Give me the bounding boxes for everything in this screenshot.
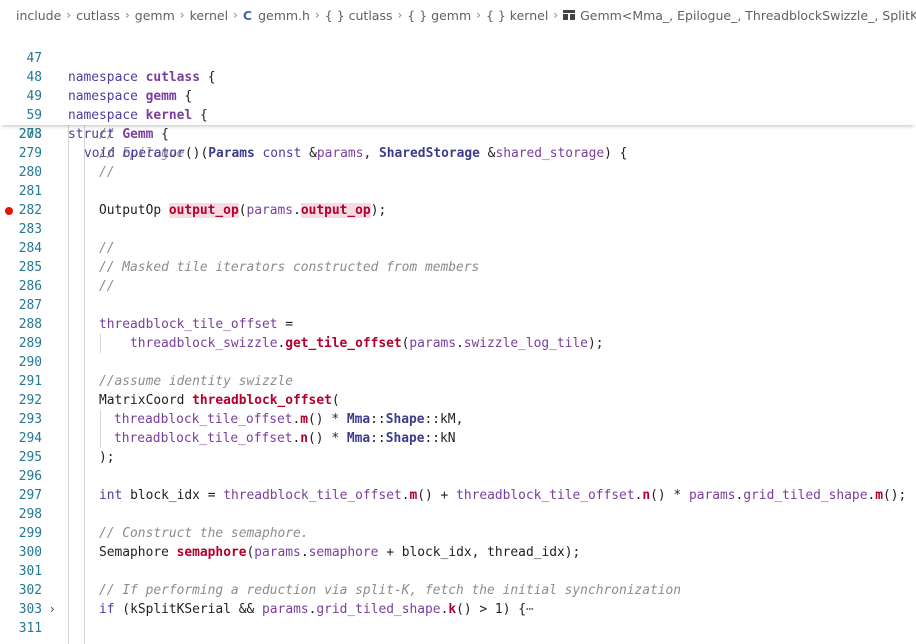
breadcrumb-scope-gemm[interactable]: { } gemm bbox=[407, 8, 471, 23]
code-line[interactable]: 286 // bbox=[0, 277, 916, 296]
line-number: 292 bbox=[18, 393, 42, 408]
line-number: 285 bbox=[18, 260, 42, 275]
chevron-right-icon: › bbox=[476, 8, 481, 22]
code-text: // Masked tile iterators constructed fro… bbox=[99, 260, 480, 275]
code-text: // bbox=[99, 279, 115, 294]
line-number: 296 bbox=[18, 469, 42, 484]
line-number: 297 bbox=[18, 488, 42, 503]
chevron-right-icon: › bbox=[233, 8, 238, 22]
breadcrumb-scope-cutlass[interactable]: { } cutlass bbox=[325, 8, 393, 23]
line-number: 289 bbox=[18, 336, 42, 351]
line-number: 293 bbox=[18, 412, 42, 427]
line-number: 281 bbox=[18, 184, 42, 199]
chevron-right-icon: › bbox=[124, 8, 130, 22]
code-line[interactable]: 282 OutputOp output_op(params.output_op); bbox=[0, 201, 916, 220]
editor-body[interactable]: 278//279// Epilogue 280//281 282 OutputOp o… bbox=[0, 125, 916, 644]
code-line[interactable]: 311 bbox=[0, 619, 916, 638]
line-number: 299 bbox=[18, 526, 42, 541]
line-number: 286 bbox=[18, 279, 42, 294]
line-number: 290 bbox=[18, 355, 42, 370]
code-text: ); bbox=[99, 450, 115, 465]
code-line[interactable]: 281 bbox=[0, 182, 916, 201]
fold-chevron-icon[interactable]: › bbox=[50, 600, 55, 619]
code-line[interactable]: 289 threadblock_swizzle.get_tile_offset(p… bbox=[0, 334, 916, 353]
chevron-right-icon: › bbox=[66, 8, 72, 22]
code-text: if (kSplitKSerial && params.grid_tiled_s… bbox=[99, 602, 534, 617]
breadcrumb-item-gemm[interactable]: gemm bbox=[135, 8, 175, 23]
code-line[interactable]: 302 // If performing a reduction via spli… bbox=[0, 581, 916, 600]
code-line[interactable]: 297 int block_idx = threadblock_tile_offs… bbox=[0, 486, 916, 505]
line-number: 283 bbox=[18, 222, 42, 237]
code-text: threadblock_swizzle.get_tile_offset(para… bbox=[130, 336, 604, 351]
code-line[interactable]: 300 Semaphore semaphore(params.semaphore … bbox=[0, 543, 916, 562]
code-text: // bbox=[99, 165, 115, 180]
breadcrumb-symbol[interactable]: Gemm<Mma_, Epilogue_, ThreadblockSwizzle… bbox=[580, 8, 916, 23]
code-line[interactable]: 296 bbox=[0, 467, 916, 486]
line-number: 301 bbox=[18, 564, 42, 579]
sticky-code: void operator()(Params const &params, Sh… bbox=[84, 146, 628, 161]
line-number: 288 bbox=[18, 317, 42, 332]
code-line[interactable]: 290 bbox=[0, 353, 916, 372]
code-text: // If performing a reduction via split-K… bbox=[99, 583, 682, 598]
struct-icon bbox=[563, 10, 576, 20]
code-text: // Construct the semaphore. bbox=[99, 526, 309, 541]
sticky-scroll-header: 47 namespace cutlass { 48 namespace gemm… bbox=[0, 30, 916, 161]
breadcrumb-file[interactable]: gemm.h bbox=[258, 8, 310, 23]
line-number: 287 bbox=[18, 298, 42, 313]
code-text: //assume identity swizzle bbox=[99, 374, 294, 389]
c-file-icon: C bbox=[242, 7, 253, 23]
line-number: 295 bbox=[18, 450, 42, 465]
line-number: 300 bbox=[18, 545, 42, 560]
code-line[interactable]: 294 threadblock_tile_offset.n() * Mma::Sh… bbox=[0, 429, 916, 448]
code-line[interactable]: 287 bbox=[0, 296, 916, 315]
code-line[interactable]: 301 bbox=[0, 562, 916, 581]
code-line[interactable]: 284 // bbox=[0, 239, 916, 258]
line-number: 291 bbox=[18, 374, 42, 389]
code-line[interactable]: 292 MatrixCoord threadblock_offset( bbox=[0, 391, 916, 410]
code-text: // bbox=[99, 241, 115, 256]
chevron-right-icon: › bbox=[179, 8, 185, 22]
line-number: 203 bbox=[18, 127, 42, 142]
code-text: MatrixCoord threadblock_offset( bbox=[99, 393, 340, 408]
line-number: 284 bbox=[18, 241, 42, 256]
sticky-line[interactable]: 47 namespace cutlass { bbox=[0, 30, 916, 85]
code-text: threadblock_tile_offset = bbox=[99, 317, 294, 332]
code-text: Semaphore semaphore(params.semaphore + b… bbox=[99, 545, 581, 560]
code-line[interactable]: 288 threadblock_tile_offset = bbox=[0, 315, 916, 334]
sticky-line[interactable]: 49 namespace kernel { bbox=[0, 68, 916, 123]
breadcrumb-item-cutlass[interactable]: cutlass bbox=[76, 8, 120, 23]
line-number: 311 bbox=[18, 621, 42, 636]
code-line[interactable]: 293 threadblock_tile_offset.m() * Mma::Sh… bbox=[0, 410, 916, 429]
code-text: OutputOp output_op(params.output_op); bbox=[99, 203, 387, 218]
breadcrumb: include › cutlass › gemm › kernel › C ge… bbox=[0, 0, 916, 30]
breadcrumb-item-kernel[interactable]: kernel bbox=[190, 8, 229, 23]
sticky-line[interactable]: 203 void operator()(Params const &params… bbox=[0, 106, 916, 161]
sticky-line[interactable]: 59 struct Gemm { bbox=[0, 87, 916, 142]
code-line[interactable]: 285 // Masked tile iterators constructed … bbox=[0, 258, 916, 277]
code-line[interactable]: 295); bbox=[0, 448, 916, 467]
breadcrumb-item-include[interactable]: include bbox=[16, 8, 61, 23]
chevron-right-icon: › bbox=[314, 8, 320, 22]
code-line[interactable]: 283 bbox=[0, 220, 916, 239]
code-line[interactable]: 280// bbox=[0, 163, 916, 182]
breadcrumb-scope-kernel[interactable]: { } kernel bbox=[486, 8, 548, 23]
code-line[interactable]: 303 › if (kSplitKSerial && params.grid_til… bbox=[0, 600, 916, 619]
line-number: 302 bbox=[18, 583, 42, 598]
line-number: 298 bbox=[18, 507, 42, 522]
line-number: 294 bbox=[18, 431, 42, 446]
code-text: threadblock_tile_offset.m() * Mma::Shape… bbox=[114, 412, 464, 427]
line-number: 303 bbox=[18, 602, 42, 617]
chevron-right-icon: › bbox=[553, 8, 559, 22]
code-line[interactable]: 291 //assume identity swizzle bbox=[0, 372, 916, 391]
chevron-right-icon: › bbox=[397, 8, 403, 22]
breakpoint-icon[interactable] bbox=[5, 207, 13, 215]
code-line[interactable]: 299 // Construct the semaphore. bbox=[0, 524, 916, 543]
code-text: threadblock_tile_offset.n() * Mma::Shape… bbox=[114, 431, 456, 446]
sticky-line[interactable]: 48 namespace gemm { bbox=[0, 49, 916, 104]
code-line[interactable]: 298 bbox=[0, 505, 916, 524]
code-text: int block_idx = threadblock_tile_offset.… bbox=[99, 488, 907, 503]
